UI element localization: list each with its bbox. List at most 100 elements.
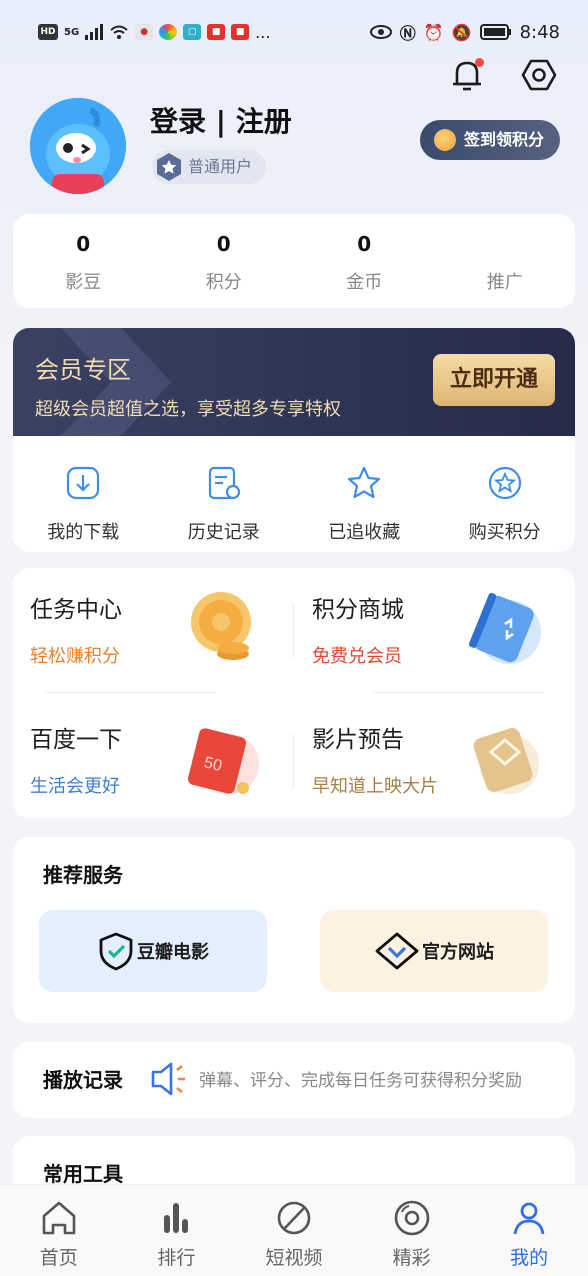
quick-action-history[interactable]: 历史记录 <box>154 436 295 552</box>
task-title: 任务中心 <box>30 597 122 623</box>
app-notification-icon: ■ <box>207 24 226 40</box>
task-title: 积分商城 <box>312 597 404 623</box>
quick-action-label: 历史记录 <box>187 522 260 543</box>
vip-card-icon <box>473 728 539 794</box>
tab-mine[interactable]: 我的 <box>470 1185 588 1276</box>
stat-label: 积分 <box>205 272 242 293</box>
stat-item[interactable]: 0 积分 <box>154 214 295 308</box>
app-notification-icon: ■ <box>231 24 250 40</box>
task-subtitle: 早知道上映大片 <box>312 776 438 797</box>
sign-in-points-label: 签到领积分 <box>463 130 544 149</box>
status-bar-left: HD 5G ● ▢ ■ ■ ... <box>38 23 270 42</box>
task-title: 影片预告 <box>312 727 404 753</box>
home-icon <box>42 1201 76 1235</box>
settings-button[interactable] <box>520 56 558 94</box>
douban-movie-button[interactable]: 豆瓣电影 <box>39 910 267 992</box>
person-icon <box>513 1202 545 1235</box>
tab-label: 我的 <box>510 1247 549 1269</box>
quick-action-download[interactable]: 我的下载 <box>13 436 154 552</box>
divider <box>293 734 294 788</box>
bottom-tab-bar: 首页 排行 短视频 精彩 我的 <box>0 1184 588 1276</box>
service-label: 豆瓣电影 <box>137 942 209 963</box>
stat-label: 影豆 <box>65 272 102 293</box>
download-icon <box>67 466 100 500</box>
sign-in-points-button[interactable]: 签到领积分 <box>419 120 560 160</box>
login-register-link[interactable]: 登录 | 注册 <box>150 100 292 140</box>
tab-ranking[interactable]: 排行 <box>118 1185 236 1276</box>
status-bar: HD 5G ● ▢ ■ ■ ... Ⓝ ⏰ 🔕 8:48 <box>0 0 588 64</box>
points-mall-tile[interactable]: 积分商城 免费兑会员 <box>295 568 555 688</box>
stats-card: 0 影豆 0 积分 0 金币 推广 <box>13 214 575 308</box>
tab-label: 精彩 <box>392 1247 431 1269</box>
diamond-check-icon <box>375 932 419 970</box>
quick-action-label: 我的下载 <box>47 522 120 543</box>
baidu-tile[interactable]: 百度一下 生活会更好 50 <box>13 698 273 818</box>
header-actions <box>448 56 558 94</box>
task-center-tile[interactable]: 任务中心 轻松赚积分 <box>13 568 273 688</box>
speaker-icon <box>151 1062 185 1096</box>
star-circle-icon <box>488 466 521 500</box>
section-title: 播放记录 <box>43 1068 123 1092</box>
star-icon <box>348 466 381 499</box>
official-website-button[interactable]: 官方网站 <box>320 910 548 992</box>
notification-badge <box>475 58 484 67</box>
quick-action-favorites[interactable]: 已追收藏 <box>294 436 435 552</box>
status-bar-right: Ⓝ ⏰ 🔕 8:48 <box>369 20 560 44</box>
profile-header: 登录 | 注册 普通用户 签到领积分 <box>30 98 560 198</box>
movie-trailer-tile[interactable]: 影片预告 早知道上映大片 <box>295 698 555 818</box>
quick-action-buy-points[interactable]: 购买积分 <box>435 436 576 552</box>
gear-icon <box>521 59 557 91</box>
divider <box>293 604 294 658</box>
divider <box>45 692 215 693</box>
notice-marquee: 弹幕、评分、完成每日任务可获得积分奖励 <box>199 1071 522 1091</box>
stat-item[interactable]: 0 影豆 <box>13 214 154 308</box>
app-notification-icon: ▢ <box>183 24 202 40</box>
shield-check-icon <box>99 932 133 971</box>
task-subtitle: 免费兑会员 <box>312 646 402 667</box>
tab-short-video[interactable]: 短视频 <box>235 1185 353 1276</box>
battery-icon <box>479 24 511 40</box>
disc-icon <box>394 1200 429 1236</box>
app-notification-icon: ● <box>135 24 154 40</box>
quick-actions: 我的下载 历史记录 已追收藏 购买积分 <box>13 436 575 552</box>
stat-label: 金币 <box>346 272 383 293</box>
divider <box>373 692 543 693</box>
stat-value: 0 <box>357 232 372 256</box>
stat-value: 0 <box>76 232 91 256</box>
alarm-icon: ⏰ <box>423 22 444 42</box>
leaf-icon <box>277 1201 311 1235</box>
stat-label: 推广 <box>486 272 523 293</box>
more-notifications-icon: ... <box>255 22 271 42</box>
stat-item[interactable]: 0 金币 <box>294 214 435 308</box>
section-title: 推荐服务 <box>43 863 123 887</box>
stat-item[interactable]: 推广 <box>435 214 576 308</box>
wifi-icon <box>110 25 128 39</box>
quick-action-label: 已追收藏 <box>328 522 401 543</box>
mute-icon: 🔕 <box>451 22 472 42</box>
task-subtitle: 生活会更好 <box>30 776 120 797</box>
section-title: 常用工具 <box>43 1162 123 1186</box>
tab-home[interactable]: 首页 <box>0 1185 118 1276</box>
quick-action-label: 购买积分 <box>468 522 541 543</box>
network-indicator: 5G <box>64 26 80 38</box>
service-label: 官方网站 <box>422 942 494 963</box>
tab-label: 短视频 <box>265 1247 323 1269</box>
play-record-card[interactable]: 播放记录 弹幕、评分、完成每日任务可获得积分奖励 <box>13 1042 575 1118</box>
blue-card-icon <box>469 592 541 664</box>
coin-icon <box>433 129 456 151</box>
history-icon <box>208 466 240 500</box>
nfc-icon: Ⓝ <box>399 24 416 43</box>
stat-value: 0 <box>216 232 231 256</box>
clock: 8:48 <box>519 21 560 43</box>
avatar[interactable] <box>30 98 126 194</box>
tab-highlights[interactable]: 精彩 <box>353 1185 471 1276</box>
recommended-services-card: 推荐服务 豆瓣电影 官方网站 <box>13 837 575 1023</box>
hd-indicator: HD <box>38 24 58 40</box>
app-notification-icon <box>159 24 178 40</box>
notification-button[interactable] <box>448 56 486 94</box>
vip-activate-button[interactable]: 立即开通 <box>433 354 555 406</box>
vip-banner[interactable]: 会员专区 超级会员超值之选，享受超多专享特权 立即开通 <box>13 328 575 436</box>
red-coupon-icon: 50 <box>187 728 259 794</box>
tab-label: 排行 <box>157 1247 196 1269</box>
task-grid: 任务中心 轻松赚积分 积分商城 免费兑会员 百度一下 生活会更好 50 影片预告… <box>13 568 575 818</box>
